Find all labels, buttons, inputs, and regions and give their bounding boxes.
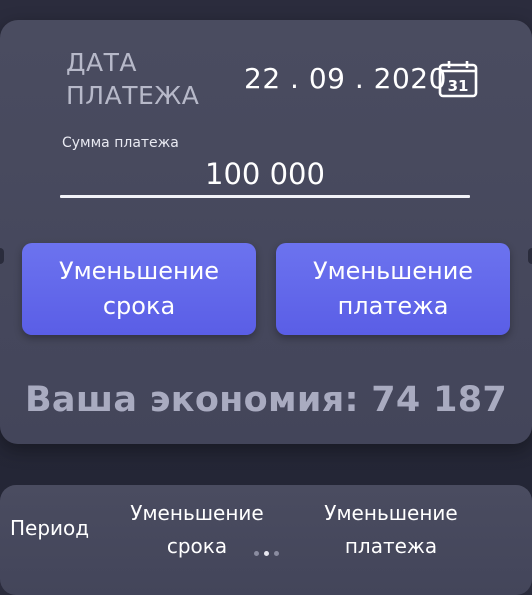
left-edge-handle — [0, 248, 4, 264]
payment-date-label: ДАТА ПЛАТЕЖА — [66, 46, 236, 112]
reduce-term-button-line2: срока — [102, 292, 176, 320]
page-dot[interactable] — [254, 551, 259, 556]
reduce-payment-button-line2: платежа — [337, 292, 449, 320]
page-indicator[interactable] — [254, 551, 279, 556]
column-header-reduce-payment-line2: платежа — [344, 534, 438, 558]
payment-date-value[interactable]: 22 . 09 . 2020 — [244, 62, 447, 95]
calendar-icon[interactable]: 31 — [438, 60, 478, 98]
reduce-term-button[interactable]: Уменьшение срока — [22, 243, 256, 335]
right-edge-handle — [528, 248, 532, 264]
column-header-reduce-term-line1: Уменьшение — [130, 501, 264, 525]
reduce-payment-button[interactable]: Уменьшение платежа — [276, 243, 510, 335]
page-dot[interactable] — [274, 551, 279, 556]
payment-card: ДАТА ПЛАТЕЖА 22 . 09 . 2020 31 Сумма пла… — [0, 20, 532, 444]
reduce-term-button-line1: Уменьшение — [58, 257, 220, 285]
column-header-reduce-payment: Уменьшение платежа — [318, 497, 464, 563]
column-header-reduce-term: Уменьшение срока — [126, 497, 268, 563]
calendar-icon-day: 31 — [448, 77, 469, 95]
column-header-reduce-term-line2: срока — [166, 534, 228, 558]
payment-date-label-line2: ПЛАТЕЖА — [66, 81, 200, 110]
amount-label: Сумма платежа — [62, 135, 179, 151]
amount-input-underline — [60, 195, 470, 198]
payment-date-label-line1: ДАТА — [66, 48, 138, 77]
amount-input[interactable]: 100 000 — [60, 157, 470, 191]
column-header-reduce-payment-line1: Уменьшение — [324, 501, 458, 525]
page-dot-active[interactable] — [264, 551, 269, 556]
column-header-period: Период — [10, 516, 90, 540]
reduce-payment-button-line1: Уменьшение — [312, 257, 474, 285]
savings-summary: Ваша экономия: 74 187 — [24, 380, 508, 420]
